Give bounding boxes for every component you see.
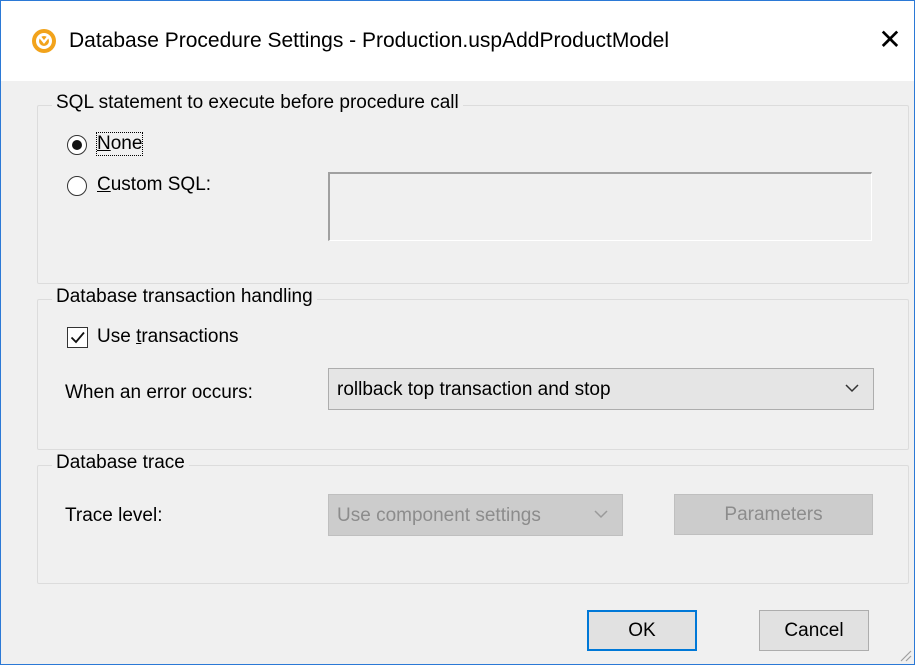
resize-grip-icon[interactable]: [898, 648, 912, 662]
radio-selected-dot: [72, 140, 82, 150]
error-action-value: rollback top transaction and stop: [337, 379, 611, 400]
cancel-button[interactable]: Cancel: [759, 610, 869, 651]
title-bar: Database Procedure Settings - Production…: [1, 1, 914, 81]
window-title: Database Procedure Settings - Production…: [69, 29, 670, 52]
parameters-button[interactable]: Parameters: [674, 494, 873, 535]
custom-sql-radio[interactable]: [67, 176, 87, 196]
ok-button[interactable]: OK: [587, 610, 697, 651]
custom-sql-textarea[interactable]: [328, 172, 872, 241]
checkmark-icon: [70, 331, 85, 344]
dialog-window: Database Procedure Settings - Production…: [0, 0, 915, 665]
mapforce-logo-icon: [32, 29, 56, 53]
chevron-down-icon: [594, 510, 608, 519]
use-transactions-checkbox[interactable]: [67, 327, 88, 348]
none-radio-label[interactable]: None: [95, 132, 144, 156]
trace-level-select[interactable]: Use component settings: [328, 494, 623, 536]
close-icon[interactable]: ✕: [875, 25, 905, 55]
database-trace-legend: Database trace: [52, 452, 189, 474]
error-occurs-label: When an error occurs:: [65, 382, 253, 403]
transaction-handling-legend: Database transaction handling: [52, 286, 317, 308]
use-transactions-label[interactable]: Use transactions: [97, 326, 239, 348]
trace-level-label: Trace level:: [65, 505, 163, 526]
sql-statement-legend: SQL statement to execute before procedur…: [52, 92, 463, 114]
error-action-select[interactable]: rollback top transaction and stop: [328, 368, 874, 410]
none-radio[interactable]: [67, 135, 87, 155]
trace-level-value: Use component settings: [337, 505, 541, 526]
custom-sql-radio-label[interactable]: Custom SQL:: [97, 174, 211, 196]
chevron-down-icon: [845, 384, 859, 393]
